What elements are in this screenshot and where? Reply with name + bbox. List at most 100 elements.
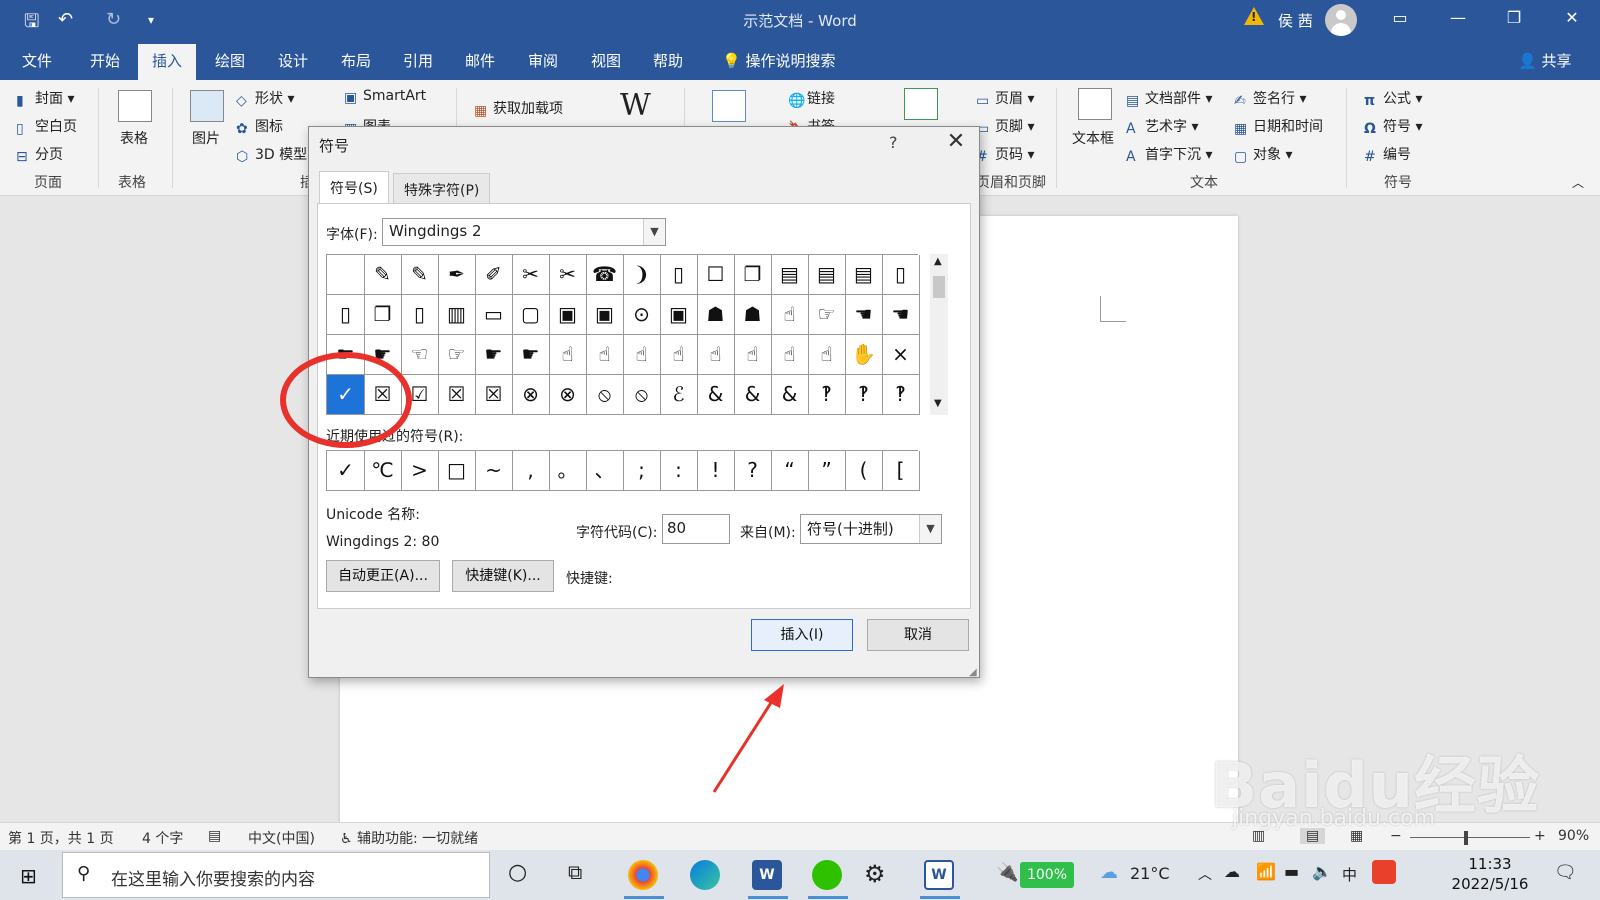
symbol-cell[interactable]: ☝ [771, 335, 809, 375]
equation-button[interactable]: π 公式 ▾ [1364, 88, 1422, 109]
smartart-button[interactable]: ▣ SmartArt [344, 88, 426, 106]
symbol-cell[interactable]: ▥ [438, 295, 476, 335]
page-count[interactable]: 第 1 页，共 1 页 [8, 828, 114, 848]
tab-draw[interactable]: 绘图 [215, 50, 245, 71]
chrome-icon[interactable] [628, 860, 658, 890]
recent-symbol-cell[interactable]: ~ [475, 451, 513, 491]
symbol-grid[interactable]: ✎ ✎ ✒ ✐ ✂ ✂ ☎ ❩ ▯ ☐ ❐ ▤ ▤ ▤ ▯ ▯ ❐ ▯ ▥ ▭ ▢ ▣ ▣ ⊙ ▣ ☗ ☗ ☝ ☞ ☚ ☚ ☛ ☛ ☜ ☞ ☛ ☛ ☝ ☝ ☝… [326, 254, 920, 415]
symbol-cell[interactable]: ℰ [660, 375, 698, 415]
symbol-cell[interactable]: ❐ [734, 255, 772, 295]
recent-symbol-cell[interactable]: ℃ [364, 451, 402, 491]
recent-symbol-cell[interactable]: > [401, 451, 439, 491]
word-icon[interactable]: W [752, 860, 782, 890]
ribbon-display-button[interactable]: ▭ [1380, 8, 1420, 27]
recent-symbol-cell[interactable]: , [512, 451, 550, 491]
ime-indicator[interactable]: 中 [1342, 864, 1357, 885]
scroll-up-icon[interactable]: ▲ [934, 256, 942, 267]
zoom-in-icon[interactable]: + [1534, 828, 1546, 844]
recent-symbol-cell[interactable]: [ [882, 451, 920, 491]
symbol-cell[interactable]: ▣ [660, 295, 698, 335]
notification-icon[interactable]: 🗨 [1554, 862, 1577, 883]
symbol-cell[interactable]: ☗ [734, 295, 772, 335]
symbol-cell[interactable]: & [734, 375, 772, 415]
symbol-cell[interactable]: ☛ [475, 335, 513, 375]
user-name[interactable]: 侯 茜 [1278, 10, 1313, 31]
font-select[interactable]: Wingdings 2 ▼ [382, 218, 666, 246]
footer-button[interactable]: ▭ 页脚 ▾ [976, 116, 1034, 137]
weather-icon[interactable]: ☁ [1100, 862, 1118, 883]
table-button[interactable]: 表格 [120, 128, 148, 148]
proofing-icon[interactable]: ▤ [208, 828, 221, 844]
tab-view[interactable]: 视图 [591, 50, 621, 71]
zoom-level[interactable]: 90% [1558, 828, 1589, 844]
symbol-cell[interactable]: ☝ [549, 335, 587, 375]
sogou-input-icon[interactable] [1372, 860, 1396, 884]
symbol-cell[interactable]: ☞ [438, 335, 476, 375]
tab-help[interactable]: 帮助 [653, 50, 683, 71]
tab-design[interactable]: 设计 [278, 50, 308, 71]
dropcap-button[interactable]: A 首字下沉 ▾ [1126, 144, 1212, 165]
battery-indicator[interactable]: 100% [1020, 862, 1074, 888]
recent-symbol-cell[interactable]: ” [808, 451, 846, 491]
blank-page-button[interactable]: ▯ 空白页 [16, 116, 77, 137]
symbol-cell[interactable]: ⊗ [549, 375, 587, 415]
symbol-cell[interactable]: ☛ [512, 335, 550, 375]
tray-chevron-icon[interactable]: ︿ [1198, 864, 1212, 884]
symbol-cell[interactable]: ▯ [327, 295, 365, 335]
tab-references[interactable]: 引用 [403, 50, 433, 71]
signature-line-button[interactable]: ✍ 签名行 ▾ [1234, 88, 1306, 109]
onedrive-icon[interactable]: ☁ [1224, 862, 1240, 881]
object-button[interactable]: ▢ 对象 ▾ [1234, 144, 1292, 165]
date-time-button[interactable]: ▦ 日期和时间 [1234, 116, 1323, 137]
comment-icon[interactable] [904, 88, 938, 120]
wordart-button[interactable]: A 艺术字 ▾ [1126, 116, 1198, 137]
symbol-cell[interactable]: ☝ [771, 295, 809, 335]
symbol-cell[interactable]: ❩ [623, 255, 661, 295]
symbol-cell[interactable]: ▭ [475, 295, 513, 335]
3d-models-button[interactable]: ⬡ 3D 模型 [236, 144, 307, 165]
taskbar-search[interactable]: ⚲ 在这里输入你要搜索的内容 [62, 852, 490, 898]
recent-symbol-cell[interactable]: : [660, 451, 698, 491]
symbol-cell[interactable]: ▣ [586, 295, 624, 335]
recent-symbol-cell[interactable]: ( [845, 451, 883, 491]
wechat-icon[interactable] [812, 860, 842, 890]
help-button[interactable]: ? [889, 133, 898, 152]
scroll-down-icon[interactable]: ▼ [934, 398, 942, 409]
page-number-button[interactable]: # 页码 ▾ [976, 144, 1034, 165]
recent-symbols-grid[interactable]: ✓ ℃ > □ ~,。、;:!? “”([ [326, 450, 920, 491]
link-button[interactable]: 🌐 链接 [788, 88, 835, 109]
symbol-cell[interactable]: ✒ [438, 255, 476, 295]
symbol-cell[interactable]: ✎ [364, 255, 402, 295]
char-code-input[interactable]: 80 [662, 514, 730, 544]
symbol-cell[interactable]: ☗ [697, 295, 735, 335]
cortana-icon[interactable]: ○ [508, 860, 527, 885]
symbol-cell[interactable]: ▣ [549, 295, 587, 335]
accessibility-status[interactable]: ♿ 辅助功能: 一切就绪 [340, 828, 478, 848]
tab-insert[interactable]: 插入 [138, 44, 197, 80]
symbol-cell[interactable]: ☝ [808, 335, 846, 375]
shapes-button[interactable]: ◇ 形状 ▾ [236, 88, 294, 109]
symbol-cell[interactable]: ⊙ [623, 295, 661, 335]
symbol-cell[interactable]: ☝ [734, 335, 772, 375]
shortcut-key-button[interactable]: 快捷键(K)... [452, 560, 554, 592]
symbol-cell[interactable]: ☐ [697, 255, 735, 295]
windows-start-icon[interactable]: ⊞ [20, 864, 37, 888]
from-select[interactable]: 符号(十进制) ▼ [800, 514, 942, 544]
symbol-cell[interactable]: ❐ [364, 295, 402, 335]
symbol-cell[interactable]: ☜ [401, 335, 439, 375]
symbol-cell[interactable]: ▤ [808, 255, 846, 295]
collapse-ribbon-icon[interactable]: ︿ [1572, 174, 1584, 191]
textbox-button[interactable]: 文本框 [1072, 128, 1114, 148]
recent-symbol-cell[interactable]: ✓ [327, 451, 365, 491]
tab-review[interactable]: 审阅 [528, 50, 558, 71]
cover-page-button[interactable]: ▮ 封面 ▾ [16, 88, 74, 109]
share-button[interactable]: 👤 共享 [1518, 50, 1571, 71]
volume-icon[interactable]: 🔈 [1312, 862, 1332, 881]
symbol-button[interactable]: Ω 符号 ▾ [1364, 116, 1422, 137]
online-video-icon[interactable] [712, 90, 746, 122]
warning-icon[interactable] [1244, 7, 1264, 25]
picture-button[interactable]: 图片 [192, 128, 220, 148]
symbol-cell[interactable]: ▤ [771, 255, 809, 295]
recent-symbol-cell[interactable]: ; [623, 451, 661, 491]
symbol-cell[interactable]: ▯ [660, 255, 698, 295]
